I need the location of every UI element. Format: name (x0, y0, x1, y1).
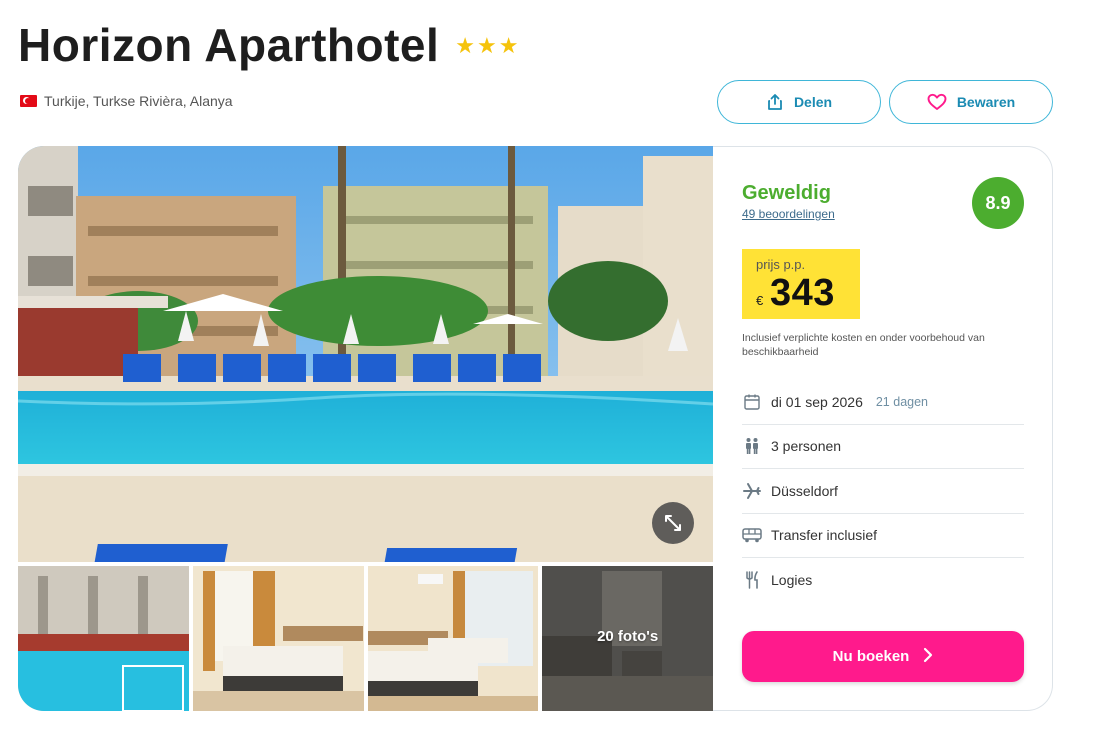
board-text: Logies (771, 572, 813, 589)
calendar-icon (742, 392, 762, 412)
detail-persons: 3 personen (742, 425, 1024, 469)
duration-text: 21 dagen (875, 394, 928, 409)
book-now-button[interactable]: Nu boeken (742, 631, 1024, 682)
photo-gallery: 20 foto's (18, 146, 713, 711)
hero-photo[interactable] (18, 146, 713, 562)
star-icon: ★ (498, 33, 519, 58)
share-label: Delen (793, 94, 833, 110)
star-rating: ★ ★ ★ (455, 35, 518, 57)
plane-icon (742, 481, 762, 501)
more-photos-label: 20 foto's (597, 628, 659, 645)
book-now-label: Nu boeken (832, 648, 910, 665)
thumbnail-bedroom-2[interactable] (367, 566, 539, 711)
persons-text: 3 personen (771, 438, 842, 455)
star-icon: ★ (477, 33, 497, 58)
detail-board: Logies (742, 558, 1024, 603)
location: Turkije, Turkse Rivièra, Alanya (20, 93, 233, 109)
bus-icon (742, 525, 762, 545)
thumbnail-bedroom-1[interactable] (192, 566, 364, 711)
price-note: Inclusief verplichte kosten en onder voo… (742, 332, 985, 358)
share-button[interactable]: Delen (717, 80, 881, 124)
cutlery-icon (742, 570, 762, 590)
departure-text: Düsseldorf (771, 482, 838, 499)
date-text: di 01 sep 2026 (771, 393, 863, 410)
thumbnail-strip: 20 foto's (18, 566, 713, 711)
heart-icon (927, 93, 947, 111)
title-row: Horizon Aparthotel ★ ★ ★ (18, 18, 518, 72)
turkey-flag-icon (20, 95, 37, 107)
price-currency: € (756, 293, 764, 308)
price-label: prijs p.p. (756, 257, 806, 272)
reviews-link[interactable]: 49 beoordelingen (742, 207, 835, 221)
rating-score-badge: 8.9 (972, 177, 1024, 229)
transfer-text: Transfer inclusief (771, 527, 878, 544)
location-text: Turkije, Turkse Rivièra, Alanya (44, 93, 233, 109)
thumbnail-pool[interactable] (18, 566, 189, 711)
hotel-name: Horizon Aparthotel (18, 19, 440, 71)
save-button[interactable]: Bewaren (889, 80, 1053, 124)
star-icon: ★ (455, 33, 476, 58)
detail-date: di 01 sep 2026 21 dagen (742, 380, 1024, 425)
price-box: prijs p.p. € 343 (742, 249, 860, 319)
booking-panel: Geweldig 49 beoordelingen 8.9 prijs p.p.… (713, 146, 1053, 711)
chevron-right-icon (923, 647, 933, 667)
detail-departure: Düsseldorf (742, 469, 1024, 514)
persons-icon (742, 436, 762, 456)
expand-arrows-icon (662, 512, 684, 534)
rating-word: Geweldig (742, 182, 831, 204)
trip-details: di 01 sep 2026 21 dagen 3 personen Düsse… (742, 380, 1024, 603)
share-icon (766, 93, 784, 111)
save-label: Bewaren (956, 94, 1016, 110)
thumbnail-more-photos[interactable]: 20 foto's (542, 566, 713, 711)
detail-transfer: Transfer inclusief (742, 514, 1024, 558)
price-amount: 343 (770, 272, 835, 314)
expand-button[interactable] (652, 502, 694, 544)
